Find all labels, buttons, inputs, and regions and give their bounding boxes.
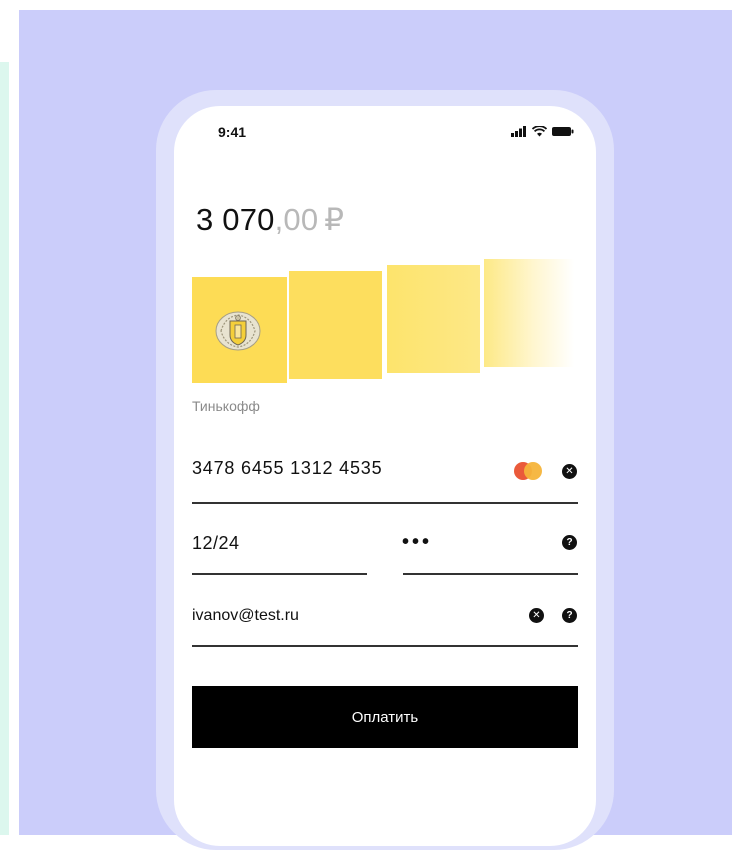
amount-decimal: ,00 (274, 202, 319, 237)
clear-card-number-icon[interactable]: ✕ (562, 464, 577, 479)
cvv-input[interactable]: ••• (402, 531, 432, 554)
amount-integer: 3 070 (196, 202, 275, 237)
cvv-underline (403, 573, 578, 575)
signal-icon (511, 126, 526, 137)
payment-amount: 3 070,00 ₽ (196, 202, 344, 238)
email-underline (192, 645, 578, 647)
bank-tile-4[interactable] (484, 259, 574, 367)
expiry-underline (192, 573, 367, 575)
bank-tile-2[interactable] (289, 271, 382, 379)
card-number-input[interactable]: 3478 6455 1312 4535 (192, 458, 382, 479)
email-input[interactable]: ivanov@test.ru (192, 607, 299, 625)
status-icons (511, 126, 574, 137)
side-strip (0, 62, 9, 835)
cvv-help-icon[interactable]: ? (562, 535, 577, 550)
bank-tile-3[interactable] (387, 265, 480, 373)
wifi-icon (532, 126, 547, 137)
bank-tile-tinkoff[interactable] (192, 277, 287, 383)
bank-name-label: Тинькофф (192, 398, 260, 414)
expiry-input[interactable]: 12/24 (192, 533, 240, 554)
clear-email-icon[interactable]: ✕ (529, 608, 544, 623)
battery-icon (552, 127, 574, 136)
mastercard-icon (514, 462, 544, 480)
email-help-icon[interactable]: ? (562, 608, 577, 623)
card-number-underline (192, 502, 578, 504)
currency-symbol: ₽ (324, 202, 345, 237)
status-time: 9:41 (218, 124, 247, 140)
tinkoff-emblem-icon (215, 311, 261, 351)
phone-screen: 9:41 3 070,00 ₽ Тинькофф 3478 6455 1312 … (174, 106, 596, 846)
pay-button[interactable]: Оплатить (192, 686, 578, 748)
